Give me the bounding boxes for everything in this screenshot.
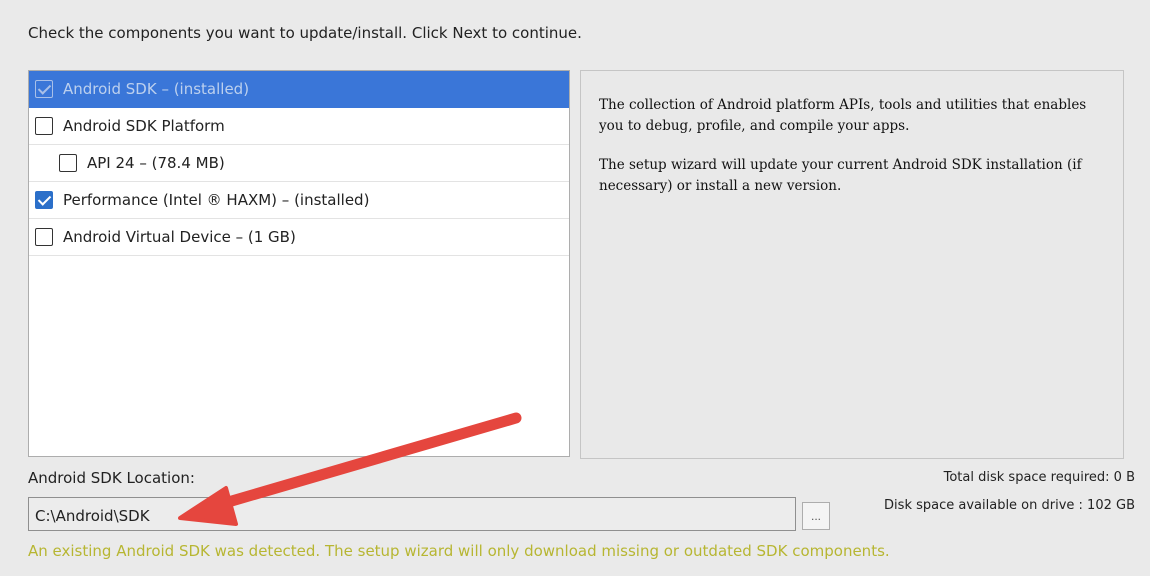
component-label: Performance (Intel ® HAXM) – (installed) <box>63 191 370 209</box>
checkbox-android-sdk[interactable] <box>35 80 53 98</box>
checkbox-android-sdk-platform[interactable] <box>35 117 53 135</box>
checkbox-performance-haxm[interactable] <box>35 191 53 209</box>
component-row-android-sdk[interactable]: Android SDK – (installed) <box>29 71 569 108</box>
components-list: Android SDK – (installed) Android SDK Pl… <box>28 70 570 457</box>
sdk-location-input[interactable] <box>28 497 796 531</box>
component-label: Android SDK – (installed) <box>63 80 250 98</box>
checkbox-api-24[interactable] <box>59 154 77 172</box>
description-paragraph: The collection of Android platform APIs,… <box>599 97 1087 134</box>
browse-button[interactable]: ... <box>802 502 830 530</box>
sdk-location-label: Android SDK Location: <box>28 469 195 487</box>
component-label: Android SDK Platform <box>63 117 225 135</box>
component-description-panel: The collection of Android platform APIs,… <box>580 70 1124 459</box>
component-row-android-virtual-device[interactable]: Android Virtual Device – (1 GB) <box>29 219 569 256</box>
description-paragraph: The setup wizard will update your curren… <box>599 157 1082 194</box>
component-row-android-sdk-platform[interactable]: Android SDK Platform <box>29 108 569 145</box>
checkbox-android-virtual-device[interactable] <box>35 228 53 246</box>
component-label: API 24 – (78.4 MB) <box>87 154 225 172</box>
component-row-api-24[interactable]: API 24 – (78.4 MB) <box>29 145 569 182</box>
disk-space-required: Total disk space required: 0 B <box>943 470 1135 485</box>
component-label: Android Virtual Device – (1 GB) <box>63 228 296 246</box>
component-row-performance-haxm[interactable]: Performance (Intel ® HAXM) – (installed) <box>29 182 569 219</box>
disk-space-available: Disk space available on drive : 102 GB <box>884 498 1135 513</box>
instruction-text: Check the components you want to update/… <box>28 24 582 42</box>
existing-sdk-notice: An existing Android SDK was detected. Th… <box>28 542 890 560</box>
